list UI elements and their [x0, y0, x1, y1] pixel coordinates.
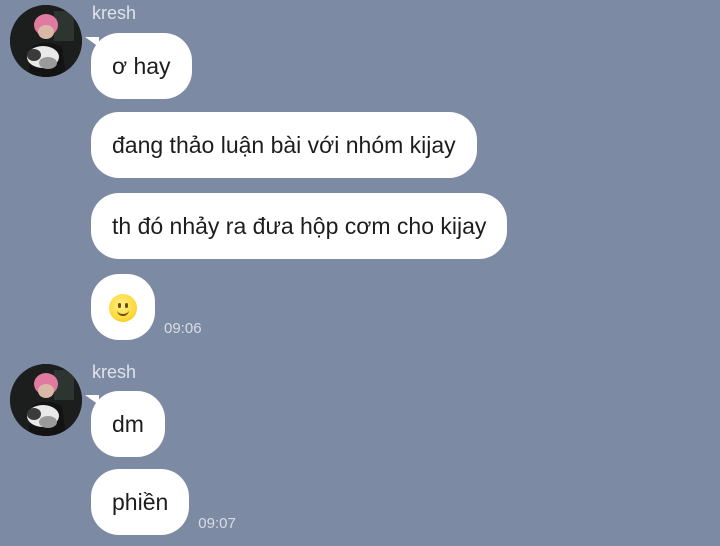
avatar[interactable] — [10, 364, 82, 436]
avatar-photo — [10, 364, 82, 436]
emoji-message-bubble[interactable] — [91, 274, 155, 340]
message-row: dm — [85, 391, 165, 457]
message-row: 09:06 — [91, 274, 202, 340]
message-bubble[interactable]: phiền — [91, 469, 190, 535]
message-group: kresh dm phiền 09:07 — [0, 361, 720, 546]
message-timestamp: 09:07 — [198, 515, 236, 532]
sender-name: kresh — [92, 3, 137, 23]
message-timestamp: 09:06 — [164, 319, 202, 337]
avatar-photo — [10, 5, 82, 77]
chat-view: kresh ơ hay đang thảo luận bài với nhóm … — [0, 0, 720, 546]
message-row: th đó nhảy ra đưa hộp cơm cho kijay — [91, 193, 508, 259]
message-bubble[interactable]: dm — [85, 391, 165, 457]
message-bubble[interactable]: th đó nhảy ra đưa hộp cơm cho kijay — [91, 193, 508, 259]
message-row: phiền 09:07 — [91, 469, 236, 535]
message-bubble[interactable]: ơ hay — [85, 33, 192, 99]
slightly-smiling-face-icon — [109, 293, 137, 322]
message-group: kresh ơ hay đang thảo luận bài với nhóm … — [0, 2, 720, 342]
message-row: đang thảo luận bài với nhóm kijay — [91, 112, 477, 178]
message-row: ơ hay — [85, 33, 192, 99]
message-bubble[interactable]: đang thảo luận bài với nhóm kijay — [91, 112, 477, 178]
sender-name: kresh — [92, 362, 137, 382]
avatar[interactable] — [10, 5, 82, 77]
